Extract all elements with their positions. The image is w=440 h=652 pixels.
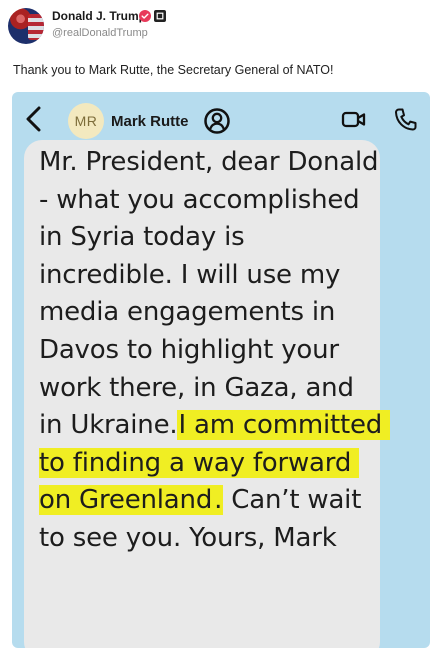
phone-icon[interactable] bbox=[393, 107, 417, 133]
verified-badge-icon bbox=[139, 10, 151, 22]
message-text-plain-1: Mr. President, dear Donald - what you ac… bbox=[39, 147, 387, 441]
chat-screenshot: MR Mark Rutte Mr. President, dear Donald… bbox=[12, 92, 430, 648]
message-text: Mr. President, dear Donald - what you ac… bbox=[39, 144, 391, 558]
author-handle[interactable]: @realDonaldTrump bbox=[52, 27, 148, 39]
platform-icon bbox=[154, 10, 166, 22]
message-text-highlight-period: . bbox=[213, 485, 224, 516]
post-text: Thank you to Mark Rutte, the Secretary G… bbox=[13, 63, 334, 77]
checkmark-icon bbox=[141, 13, 149, 19]
post-header: Donald J. Trump @realDonaldTrump bbox=[0, 0, 440, 52]
chevron-left-icon[interactable] bbox=[21, 105, 47, 133]
flag-stripes bbox=[28, 14, 44, 40]
video-camera-icon[interactable] bbox=[341, 109, 367, 131]
contact-avatar[interactable]: MR bbox=[68, 103, 104, 139]
square-logo-icon bbox=[156, 12, 164, 20]
author-display-name[interactable]: Donald J. Trump bbox=[52, 9, 146, 23]
contact-initials: MR bbox=[74, 113, 98, 129]
contact-name[interactable]: Mark Rutte bbox=[111, 113, 189, 130]
author-avatar[interactable] bbox=[8, 8, 44, 44]
person-circle-icon[interactable] bbox=[203, 107, 231, 135]
